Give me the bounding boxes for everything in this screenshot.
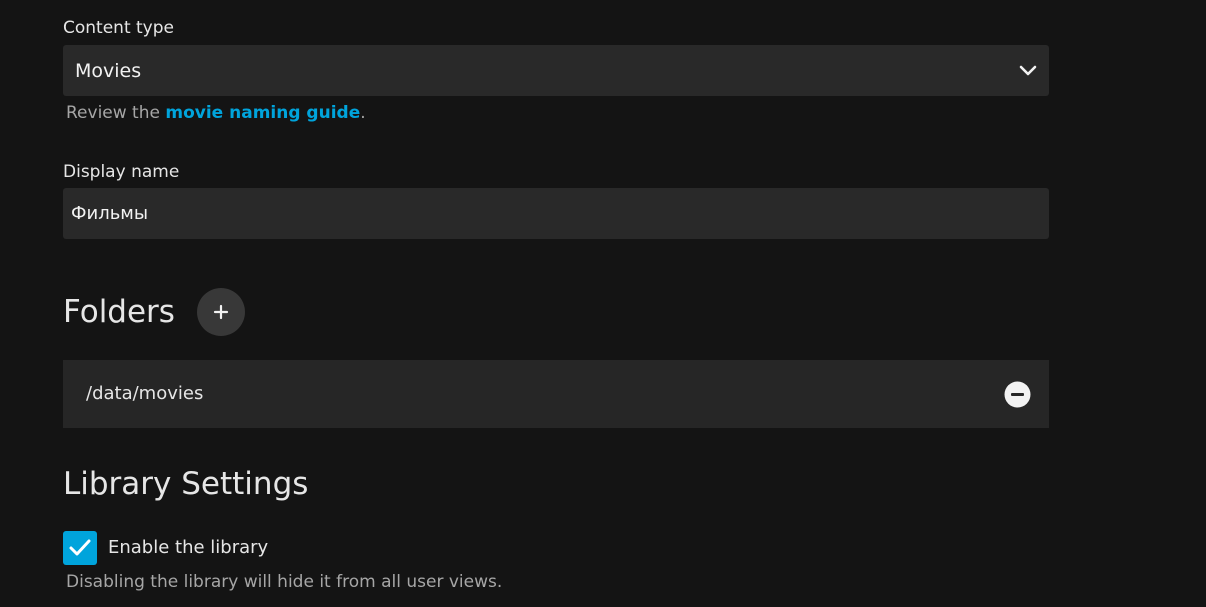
chevron-down-icon: [1017, 61, 1039, 81]
enable-library-help: Disabling the library will hide it from …: [66, 572, 503, 592]
remove-folder-button[interactable]: [1004, 381, 1031, 408]
folder-list-item: /data/movies: [63, 360, 1049, 428]
help-suffix: .: [360, 103, 366, 123]
display-name-input[interactable]: [63, 188, 1049, 239]
enable-library-label[interactable]: Enable the library: [108, 537, 268, 559]
content-type-select[interactable]: Movies: [63, 45, 1049, 96]
content-type-selected-value: Movies: [75, 60, 142, 82]
library-settings-heading: Library Settings: [63, 466, 309, 502]
enable-library-checkbox[interactable]: [63, 531, 97, 565]
plus-icon: [213, 304, 229, 320]
folder-path: /data/movies: [86, 383, 204, 404]
content-type-help: Review the movie naming guide.: [66, 102, 366, 124]
add-folder-button[interactable]: [197, 288, 245, 336]
content-type-label: Content type: [63, 18, 174, 38]
checkmark-icon: [69, 539, 91, 556]
help-prefix: Review the: [66, 103, 166, 123]
minus-circle-icon: [1004, 381, 1031, 408]
display-name-label: Display name: [63, 162, 180, 182]
movie-naming-guide-link[interactable]: movie naming guide: [165, 103, 360, 123]
folders-heading: Folders: [63, 294, 175, 330]
